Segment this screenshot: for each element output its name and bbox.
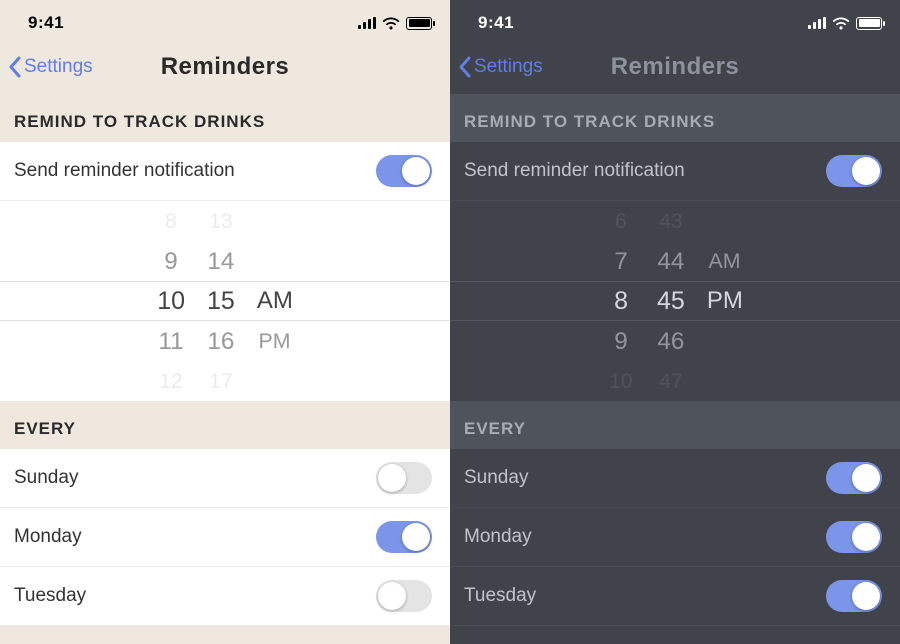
day-label: Tuesday [464,585,536,607]
chevron-left-icon [458,56,472,78]
cell-signal-icon [358,17,376,29]
nav-bar: Settings Reminders [0,40,450,94]
status-bar: 9:41 [450,0,900,40]
nav-bar: Settings Reminders [450,40,900,94]
toggle-tuesday[interactable] [376,580,432,612]
picker-period-wheel[interactable]: AM PM [707,201,743,401]
status-time: 9:41 [28,13,64,33]
back-button[interactable]: Settings [8,56,93,78]
toggle-sunday[interactable] [376,462,432,494]
row-label: Send reminder notification [14,160,235,182]
row-sunday: Sunday [0,449,450,508]
wifi-icon [832,17,850,30]
day-label: Tuesday [14,585,86,607]
day-label: Monday [14,526,82,548]
picker-period-wheel[interactable]: AM PM [257,201,293,401]
status-icons [358,17,432,30]
time-picker[interactable]: 8 9 10 11 12 13 14 15 16 17 AM P [0,201,450,401]
page-title: Reminders [161,53,290,81]
row-label: Send reminder notification [464,160,685,182]
row-send-reminder: Send reminder notification [0,142,450,201]
screen-dark: 9:41 Settings Reminders REMIND TO TRACK … [450,0,900,644]
status-icons [808,17,882,30]
toggle-monday[interactable] [376,521,432,553]
section-header-remind: REMIND TO TRACK DRINKS [450,94,900,142]
section-header-every: EVERY [450,401,900,449]
back-label: Settings [24,56,93,78]
status-bar: 9:41 [0,0,450,40]
back-button[interactable]: Settings [458,56,543,78]
toggle-send-reminder[interactable] [826,155,882,187]
time-picker[interactable]: 6 7 8 9 10 43 44 45 46 47 AM PM [450,201,900,401]
toggle-sunday[interactable] [826,462,882,494]
battery-icon [856,17,882,30]
page-title: Reminders [611,53,740,81]
row-monday: Monday [0,508,450,567]
row-send-reminder: Send reminder notification [450,142,900,201]
row-sunday: Sunday [450,449,900,508]
section-header-remind: REMIND TO TRACK DRINKS [0,94,450,142]
day-label: Monday [464,526,532,548]
wifi-icon [382,17,400,30]
chevron-left-icon [8,56,22,78]
cell-signal-icon [808,17,826,29]
day-label: Sunday [14,467,78,489]
row-tuesday: Tuesday [0,567,450,626]
screen-light: 9:41 Settings Reminders REMIND TO TRACK … [0,0,450,644]
picker-minute-wheel[interactable]: 43 44 45 46 47 [657,201,685,401]
picker-hour-wheel[interactable]: 8 9 10 11 12 [157,201,185,401]
battery-icon [406,17,432,30]
section-header-every: EVERY [0,401,450,449]
picker-hour-wheel[interactable]: 6 7 8 9 10 [607,201,635,401]
picker-minute-wheel[interactable]: 13 14 15 16 17 [207,201,235,401]
row-monday: Monday [450,508,900,567]
toggle-send-reminder[interactable] [376,155,432,187]
toggle-monday[interactable] [826,521,882,553]
back-label: Settings [474,56,543,78]
status-time: 9:41 [478,13,514,33]
row-tuesday: Tuesday [450,567,900,626]
toggle-tuesday[interactable] [826,580,882,612]
day-label: Sunday [464,467,528,489]
